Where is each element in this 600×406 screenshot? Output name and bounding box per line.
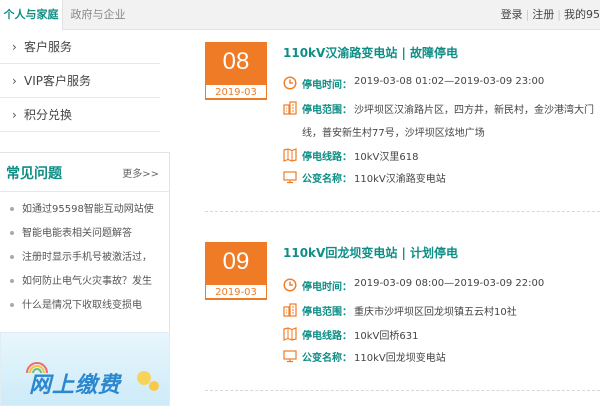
monitor-icon	[283, 171, 297, 184]
chevron-right-icon: ›	[12, 108, 17, 122]
clock-icon	[283, 76, 297, 90]
faq-item-text: 什么是情况下收取线变损电	[22, 300, 142, 311]
clock-icon	[283, 278, 297, 292]
outage-time-label: 停电时间：	[302, 282, 352, 293]
top-user-links: 登录 | 注册 | 我的95	[501, 0, 600, 30]
outage-range-label: 停电范围：	[302, 307, 352, 318]
sidebar-item-label: 积分兑换	[24, 108, 73, 122]
faq-more-link[interactable]: 更多>>	[122, 165, 159, 180]
divider	[0, 191, 170, 192]
outage-range-value: 沙坪坝区汉渝路片区，四方井，新民村，金沙港湾大门	[354, 105, 594, 116]
sidebar-item-vip-service[interactable]: › VIP客户服务	[0, 64, 160, 98]
outage-station-value: 110kV回龙坝变电站	[354, 353, 446, 364]
faq-item-text: 如通过95598智能互动网站使	[22, 204, 154, 215]
chevron-right-icon: ›	[12, 40, 17, 54]
faq-item-text: 如何防止电气火灾事故？发生	[22, 276, 152, 287]
bullet-icon	[10, 255, 14, 259]
tab-government-enterprise[interactable]: 政府与企业	[63, 0, 133, 30]
bullet-icon	[10, 279, 14, 283]
map-icon	[283, 327, 297, 341]
my-95598-link[interactable]: 我的95	[564, 0, 600, 30]
sidebar-item-label: 客户服务	[24, 40, 73, 54]
outage-range-value: 重庆市沙坪坝区回龙坝镇五云村10社	[354, 307, 517, 318]
bullet-icon	[10, 231, 14, 235]
separator: |	[525, 8, 530, 21]
banner-title: 网上缴费	[29, 373, 122, 398]
date-day: 08	[222, 48, 250, 75]
chevron-right-icon: ›	[12, 74, 17, 88]
faq-item-text: 智能电能表相关问题解答	[22, 228, 132, 239]
sidebar-item-points-exchange[interactable]: › 积分兑换	[0, 98, 160, 132]
building-icon	[283, 101, 297, 115]
outage-title[interactable]: 110kV汉渝路变电站 | 故障停电	[283, 44, 458, 61]
building-icon	[283, 303, 297, 317]
date-day: 09	[222, 248, 250, 275]
sidebar-item-label: VIP客户服务	[24, 74, 91, 88]
bullet-icon	[10, 303, 14, 307]
outage-line-value: 10kV汉里618	[354, 152, 419, 163]
monitor-icon	[283, 350, 297, 363]
faq-item[interactable]: 如通过95598智能互动网站使	[10, 201, 162, 219]
faq-item[interactable]: 智能电能表相关问题解答	[10, 225, 162, 243]
sidebar: › 客户服务 › VIP客户服务 › 积分兑换 常见问题 更多>> 如通过95598智…	[0, 30, 170, 406]
outage-title[interactable]: 110kV回龙坝变电站 | 计划停电	[283, 244, 458, 261]
outage-station-value: 110kV汉渝路变电站	[354, 174, 446, 185]
outage-item: 08 2019-03 110kV汉渝路变电站 | 故障停电 停电时间： 2019…	[205, 42, 600, 208]
outage-station-label: 公变名称：	[302, 174, 352, 185]
faq-panel: 常见问题 更多>> 如通过95598智能互动网站使 智能电能表相关问题解答 注册…	[0, 152, 170, 340]
outage-time-label: 停电时间：	[302, 80, 352, 91]
faq-item[interactable]: 什么是情况下收取线变损电	[10, 297, 162, 315]
login-link[interactable]: 登录	[501, 0, 523, 30]
outage-station-label: 公变名称：	[302, 353, 352, 364]
outage-divider	[205, 390, 600, 391]
map-icon	[283, 148, 297, 162]
outage-item: 09 2019-03 110kV回龙坝变电站 | 计划停电 停电时间： 2019…	[205, 242, 600, 406]
faq-title: 常见问题	[6, 166, 62, 182]
outage-line-label: 停电线路：	[302, 152, 352, 163]
separator: |	[557, 8, 561, 21]
tab-personal-family[interactable]: 个人与家庭	[0, 0, 63, 30]
sidebar-item-customer-service[interactable]: › 客户服务	[0, 30, 160, 64]
date-month: 2019-03	[205, 84, 267, 99]
online-payment-banner[interactable]: 网上缴费	[0, 332, 170, 406]
outage-divider	[205, 211, 600, 212]
faq-item[interactable]: 注册时显示手机号被激活过，	[10, 249, 162, 267]
outage-line-label: 停电线路：	[302, 331, 352, 342]
outage-line-value: 10kV回桥631	[354, 331, 419, 342]
faq-item[interactable]: 如何防止电气火灾事故？发生	[10, 273, 162, 291]
outage-range-label: 停电范围：	[302, 105, 352, 116]
register-link[interactable]: 注册	[532, 0, 554, 30]
coin-icon	[149, 381, 159, 391]
top-nav-bar: 个人与家庭 政府与企业 登录 | 注册 | 我的95	[0, 0, 600, 30]
faq-item-text: 注册时显示手机号被激活过，	[22, 252, 152, 263]
outage-time-value: 2019-03-09 08:00—2019-03-09 22:00	[354, 278, 545, 289]
outage-time-value: 2019-03-08 01:02—2019-03-09 23:00	[354, 76, 545, 87]
date-badge: 09 2019-03	[205, 242, 267, 300]
date-badge: 08 2019-03	[205, 42, 267, 100]
date-month: 2019-03	[205, 284, 267, 299]
bullet-icon	[10, 207, 14, 211]
outage-range-value-line2: 线，普安新生村77号，沙坪坝区炫地广场	[302, 128, 485, 139]
